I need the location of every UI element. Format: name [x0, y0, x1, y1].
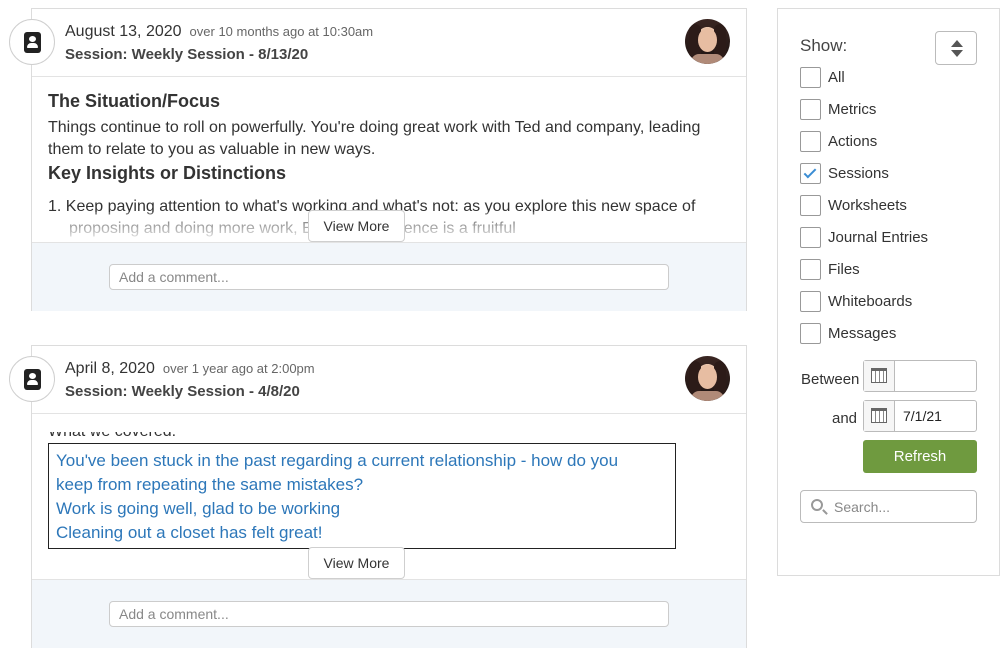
- card-body: What we covered: You've been stuck in th…: [48, 432, 728, 552]
- checkbox[interactable]: [800, 67, 821, 88]
- filter-panel: Show: All Metrics Actions Sessions Works…: [777, 8, 1000, 576]
- covered-item: You've been stuck in the past regarding …: [56, 451, 619, 470]
- section-paragraph: Things continue to roll on powerfully. Y…: [48, 119, 701, 158]
- checkbox[interactable]: [800, 131, 821, 152]
- session-title[interactable]: Session: Weekly Session - 8/13/20: [65, 46, 308, 63]
- session-card: August 13, 2020 over 10 months ago at 10:…: [9, 8, 747, 311]
- section-heading: Key Insights or Distinctions: [48, 163, 287, 183]
- check-icon: [803, 165, 817, 179]
- checkbox[interactable]: [800, 227, 821, 248]
- comment-area: [32, 579, 746, 648]
- refresh-button[interactable]: Refresh: [863, 440, 977, 473]
- calendar-icon: [871, 408, 887, 423]
- avatar[interactable]: [685, 356, 730, 401]
- entry-time-ago: over 1 year ago at 2:00pm: [162, 361, 315, 376]
- checkbox[interactable]: [800, 259, 821, 280]
- filter-label: Journal Entries: [828, 229, 929, 246]
- covered-item: keep from repeating the same mistakes?: [56, 475, 364, 494]
- journal-contact-icon: [9, 19, 55, 65]
- filter-label: Sessions: [828, 165, 889, 182]
- session-title[interactable]: Session: Weekly Session - 4/8/20: [65, 383, 300, 400]
- view-more-button[interactable]: View More: [308, 210, 405, 242]
- journal-contact-icon: [9, 356, 55, 402]
- entry-date: April 8, 2020 over 1 year ago at 2:00pm: [65, 360, 315, 377]
- search-box[interactable]: [800, 490, 977, 523]
- avatar[interactable]: [685, 19, 730, 64]
- filter-label: Whiteboards: [828, 293, 913, 310]
- covered-item: Cleaning out a closet has felt great!: [56, 523, 323, 542]
- checkbox-checked[interactable]: [800, 163, 821, 184]
- start-date-input[interactable]: [896, 361, 976, 391]
- checkbox[interactable]: [800, 291, 821, 312]
- comment-input[interactable]: [109, 601, 669, 627]
- entry-time-ago: over 10 months ago at 10:30am: [189, 24, 374, 39]
- card-header: August 13, 2020 over 10 months ago at 10:…: [9, 9, 746, 77]
- entry-date: August 13, 2020 over 10 months ago at 10:…: [65, 23, 374, 40]
- filter-label: Metrics: [828, 101, 877, 118]
- sort-down-icon: [951, 50, 963, 57]
- filter-label: Worksheets: [828, 197, 907, 214]
- show-label: Show:: [800, 36, 848, 55]
- end-date-picker[interactable]: [863, 400, 977, 432]
- search-icon: [811, 499, 823, 511]
- checkbox[interactable]: [800, 99, 821, 120]
- covered-item: Work is going well, glad to be working: [56, 499, 341, 518]
- filter-label: All: [828, 69, 845, 86]
- between-label: Between: [801, 371, 860, 388]
- section-heading: The Situation/Focus: [48, 91, 221, 111]
- view-more-button[interactable]: View More: [308, 547, 405, 579]
- checkbox[interactable]: [800, 195, 821, 216]
- search-input[interactable]: [834, 491, 974, 522]
- comment-area: [32, 242, 746, 311]
- sort-up-icon: [951, 40, 963, 47]
- filter-label: Actions: [828, 133, 878, 150]
- filter-label: Files: [828, 261, 860, 278]
- end-date-input[interactable]: [896, 401, 976, 431]
- calendar-icon: [871, 368, 887, 383]
- and-label: and: [832, 410, 858, 427]
- card-header: April 8, 2020 over 1 year ago at 2:00pm S…: [9, 346, 746, 414]
- comment-input[interactable]: [109, 264, 669, 290]
- covered-label: What we covered:: [48, 432, 728, 441]
- sort-button[interactable]: [935, 31, 977, 65]
- filter-label: Messages: [828, 325, 897, 342]
- covered-box: You've been stuck in the past regarding …: [48, 443, 676, 549]
- start-date-picker[interactable]: [863, 360, 977, 392]
- checkbox[interactable]: [800, 323, 821, 344]
- calendar-button[interactable]: [864, 361, 895, 391]
- session-card: April 8, 2020 over 1 year ago at 2:00pm S…: [9, 345, 747, 648]
- calendar-button[interactable]: [864, 401, 895, 431]
